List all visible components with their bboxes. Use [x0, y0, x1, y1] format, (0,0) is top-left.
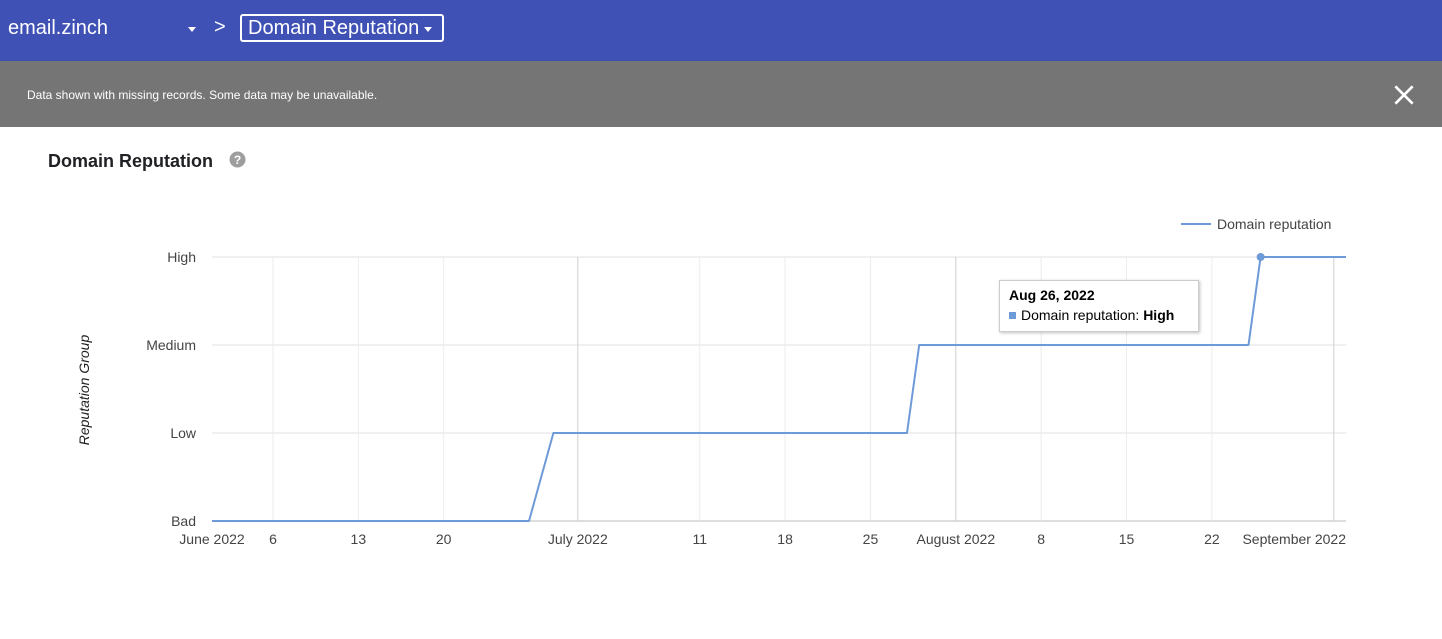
y-tick-label: High [167, 249, 196, 265]
section-title: Domain Reputation [48, 151, 213, 171]
y-tick-label: Bad [171, 513, 196, 529]
chart-legend: Domain reputation [1181, 216, 1331, 232]
highlighted-data-point[interactable] [1256, 253, 1265, 261]
x-tick-label: 13 [351, 531, 367, 547]
property-name[interactable]: email.zinch [8, 16, 108, 40]
x-tick-labels: June 2022 6 13 20 July 2022 11 18 25 August 2022… [179, 531, 1346, 547]
top-app-bar: email.zinch > Domain Reputation [0, 0, 1442, 61]
x-tick-label: 6 [269, 531, 277, 547]
tooltip-series-label: Domain reputation: [1021, 307, 1140, 323]
x-tick-label: July 2022 [548, 531, 608, 547]
tooltip-value: High [1143, 307, 1175, 323]
x-tick-label: 22 [1204, 531, 1220, 547]
data-tooltip: Aug 26, 2022 Domain reputation: High [999, 280, 1199, 332]
tooltip-series-swatch [1009, 312, 1016, 319]
x-tick-label: 8 [1037, 531, 1045, 547]
close-icon[interactable] [1393, 84, 1415, 106]
help-circle-icon[interactable]: ? [229, 151, 246, 168]
x-tick-label: 11 [692, 531, 707, 547]
x-tick-label: August 2022 [916, 531, 995, 547]
notice-text: Data shown with missing records. Some da… [27, 88, 378, 102]
report-selector[interactable]: Domain Reputation [240, 14, 444, 42]
x-tick-label: 25 [863, 531, 879, 547]
x-tick-label: June 2022 [179, 531, 245, 547]
x-tick-label: 15 [1119, 531, 1135, 547]
report-selector-label: Domain Reputation [248, 17, 420, 39]
chevron-right-icon: > [214, 16, 226, 38]
y-tick-label: Low [170, 425, 197, 441]
caret-down-icon [424, 26, 433, 32]
caret-down-icon[interactable] [188, 27, 196, 32]
x-tick-label: 20 [436, 531, 452, 547]
y-axis-title: Reputation Group [76, 335, 92, 446]
legend-label: Domain reputation [1217, 216, 1331, 232]
tooltip-date: Aug 26, 2022 [1009, 287, 1095, 303]
missing-data-notice: Data shown with missing records. Some da… [0, 61, 1442, 127]
svg-text:?: ? [234, 153, 241, 167]
y-tick-labels: Bad Low Medium High [146, 249, 197, 529]
y-tick-label: Medium [146, 337, 196, 353]
tooltip-row: Domain reputation: High [1009, 307, 1189, 324]
x-tick-label: 18 [777, 531, 793, 547]
x-tick-label: September 2022 [1242, 531, 1346, 547]
domain-reputation-chart: Bad Low Medium High June 2022 6 13 20 July 2022… [76, 216, 1346, 547]
